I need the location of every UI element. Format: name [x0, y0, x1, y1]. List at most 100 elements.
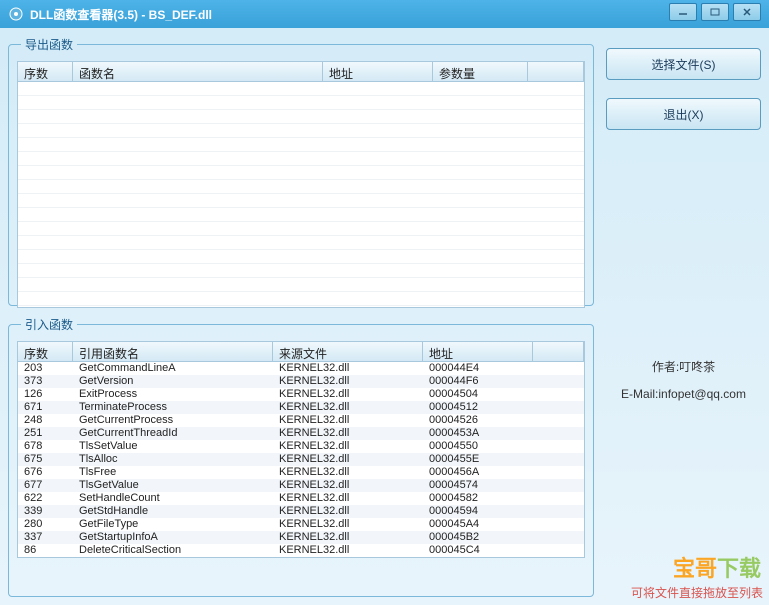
cell-name: GetStdHandle [73, 505, 273, 518]
table-row[interactable]: 678TlsSetValueKERNEL32.dll00004550 [18, 440, 584, 453]
cell-src: KERNEL32.dll [273, 414, 423, 427]
cell-seq: 203 [18, 362, 73, 375]
table-row[interactable] [18, 124, 584, 138]
table-row[interactable]: 86DeleteCriticalSectionKERNEL32.dll00004… [18, 544, 584, 557]
cell-addr: 00004504 [423, 388, 533, 401]
cell-name: GetCurrentThreadId [73, 427, 273, 440]
table-row[interactable] [18, 166, 584, 180]
minimize-button[interactable] [669, 3, 697, 21]
cell-src: KERNEL32.dll [273, 453, 423, 466]
table-row[interactable] [18, 236, 584, 250]
cell-name: TlsFree [73, 466, 273, 479]
cell-src: KERNEL32.dll [273, 362, 423, 375]
cell-name: TlsGetValue [73, 479, 273, 492]
cell-addr: 00004574 [423, 479, 533, 492]
cell-src: KERNEL32.dll [273, 492, 423, 505]
table-row[interactable]: 622SetHandleCountKERNEL32.dll00004582 [18, 492, 584, 505]
table-row[interactable] [18, 292, 584, 306]
cell-addr: 000045C4 [423, 544, 533, 557]
table-row[interactable]: 251GetCurrentThreadIdKERNEL32.dll0000453… [18, 427, 584, 440]
table-row[interactable]: 203GetCommandLineAKERNEL32.dll000044E4 [18, 362, 584, 375]
table-row[interactable] [18, 250, 584, 264]
import-col-spacer [533, 342, 584, 361]
export-col-name[interactable]: 函数名 [73, 62, 323, 81]
cell-addr: 000045B2 [423, 531, 533, 544]
import-table[interactable]: 序数 引用函数名 来源文件 地址 203GetCommandLineAKERNE… [17, 341, 585, 558]
watermark-b: 下载 [717, 556, 761, 581]
table-row[interactable] [18, 194, 584, 208]
cell-seq: 678 [18, 440, 73, 453]
export-col-params[interactable]: 参数量 [433, 62, 528, 81]
table-row[interactable]: 676TlsFreeKERNEL32.dll0000456A [18, 466, 584, 479]
sidebar: 选择文件(S) 退出(X) 作者:叮咚茶 E-Mail:infopet@qq.c… [606, 36, 761, 597]
cell-seq: 339 [18, 505, 73, 518]
export-col-addr[interactable]: 地址 [323, 62, 433, 81]
cell-seq: 248 [18, 414, 73, 427]
cell-src: KERNEL32.dll [273, 388, 423, 401]
cell-name: TlsAlloc [73, 453, 273, 466]
cell-seq: 622 [18, 492, 73, 505]
cell-name: ExitProcess [73, 388, 273, 401]
cell-addr: 00004512 [423, 401, 533, 414]
table-row[interactable]: 339GetStdHandleKERNEL32.dll00004594 [18, 505, 584, 518]
export-table-body[interactable] [18, 82, 584, 307]
table-row[interactable]: 280GetFileTypeKERNEL32.dll000045A4 [18, 518, 584, 531]
cell-src: KERNEL32.dll [273, 518, 423, 531]
table-row[interactable] [18, 96, 584, 110]
cell-src: KERNEL32.dll [273, 440, 423, 453]
cell-addr: 000044F6 [423, 375, 533, 388]
table-row[interactable] [18, 180, 584, 194]
table-row[interactable]: 671TerminateProcessKERNEL32.dll00004512 [18, 401, 584, 414]
cell-src: KERNEL32.dll [273, 466, 423, 479]
import-col-addr[interactable]: 地址 [423, 342, 533, 361]
export-col-seq[interactable]: 序数 [18, 62, 73, 81]
cell-addr: 00004582 [423, 492, 533, 505]
import-col-name[interactable]: 引用函数名 [73, 342, 273, 361]
cell-addr: 0000455E [423, 453, 533, 466]
exit-button[interactable]: 退出(X) [606, 98, 761, 130]
author-label: 作者:叮咚茶 [606, 358, 761, 375]
table-row[interactable] [18, 222, 584, 236]
cell-src: KERNEL32.dll [273, 505, 423, 518]
table-row[interactable] [18, 264, 584, 278]
export-table-header: 序数 函数名 地址 参数量 [18, 62, 584, 82]
cell-name: TlsSetValue [73, 440, 273, 453]
cell-name: GetStartupInfoA [73, 531, 273, 544]
table-row[interactable] [18, 278, 584, 292]
table-row[interactable] [18, 152, 584, 166]
cell-addr: 000044E4 [423, 362, 533, 375]
cell-addr: 00004594 [423, 505, 533, 518]
maximize-button[interactable] [701, 3, 729, 21]
import-table-header: 序数 引用函数名 来源文件 地址 [18, 342, 584, 362]
import-col-src[interactable]: 来源文件 [273, 342, 423, 361]
cell-name: SetHandleCount [73, 492, 273, 505]
export-functions-panel: 导出函数 序数 函数名 地址 参数量 [8, 36, 594, 306]
table-row[interactable]: 677TlsGetValueKERNEL32.dll00004574 [18, 479, 584, 492]
table-row[interactable]: 126ExitProcessKERNEL32.dll00004504 [18, 388, 584, 401]
cell-src: KERNEL32.dll [273, 479, 423, 492]
table-row[interactable]: 373GetVersionKERNEL32.dll000044F6 [18, 375, 584, 388]
import-legend: 引入函数 [21, 316, 77, 333]
select-file-button[interactable]: 选择文件(S) [606, 48, 761, 80]
table-row[interactable] [18, 138, 584, 152]
window-title: DLL函数查看器(3.5) - BS_DEF.dll [30, 6, 761, 23]
export-col-spacer [528, 62, 584, 81]
table-row[interactable]: 248GetCurrentProcessKERNEL32.dll00004526 [18, 414, 584, 427]
app-icon [8, 6, 24, 22]
table-row[interactable]: 675TlsAllocKERNEL32.dll0000455E [18, 453, 584, 466]
cell-name: GetVersion [73, 375, 273, 388]
table-row[interactable] [18, 82, 584, 96]
table-row[interactable]: 337GetStartupInfoAKERNEL32.dll000045B2 [18, 531, 584, 544]
cell-seq: 676 [18, 466, 73, 479]
table-row[interactable] [18, 110, 584, 124]
cell-name: DeleteCriticalSection [73, 544, 273, 557]
cell-seq: 671 [18, 401, 73, 414]
cell-seq: 126 [18, 388, 73, 401]
import-col-seq[interactable]: 序数 [18, 342, 73, 361]
close-button[interactable] [733, 3, 761, 21]
import-table-body[interactable]: 203GetCommandLineAKERNEL32.dll000044E437… [18, 362, 584, 557]
info-block: 作者:叮咚茶 E-Mail:infopet@qq.com [606, 358, 761, 413]
table-row[interactable] [18, 208, 584, 222]
export-table[interactable]: 序数 函数名 地址 参数量 [17, 61, 585, 308]
cell-addr: 0000453A [423, 427, 533, 440]
